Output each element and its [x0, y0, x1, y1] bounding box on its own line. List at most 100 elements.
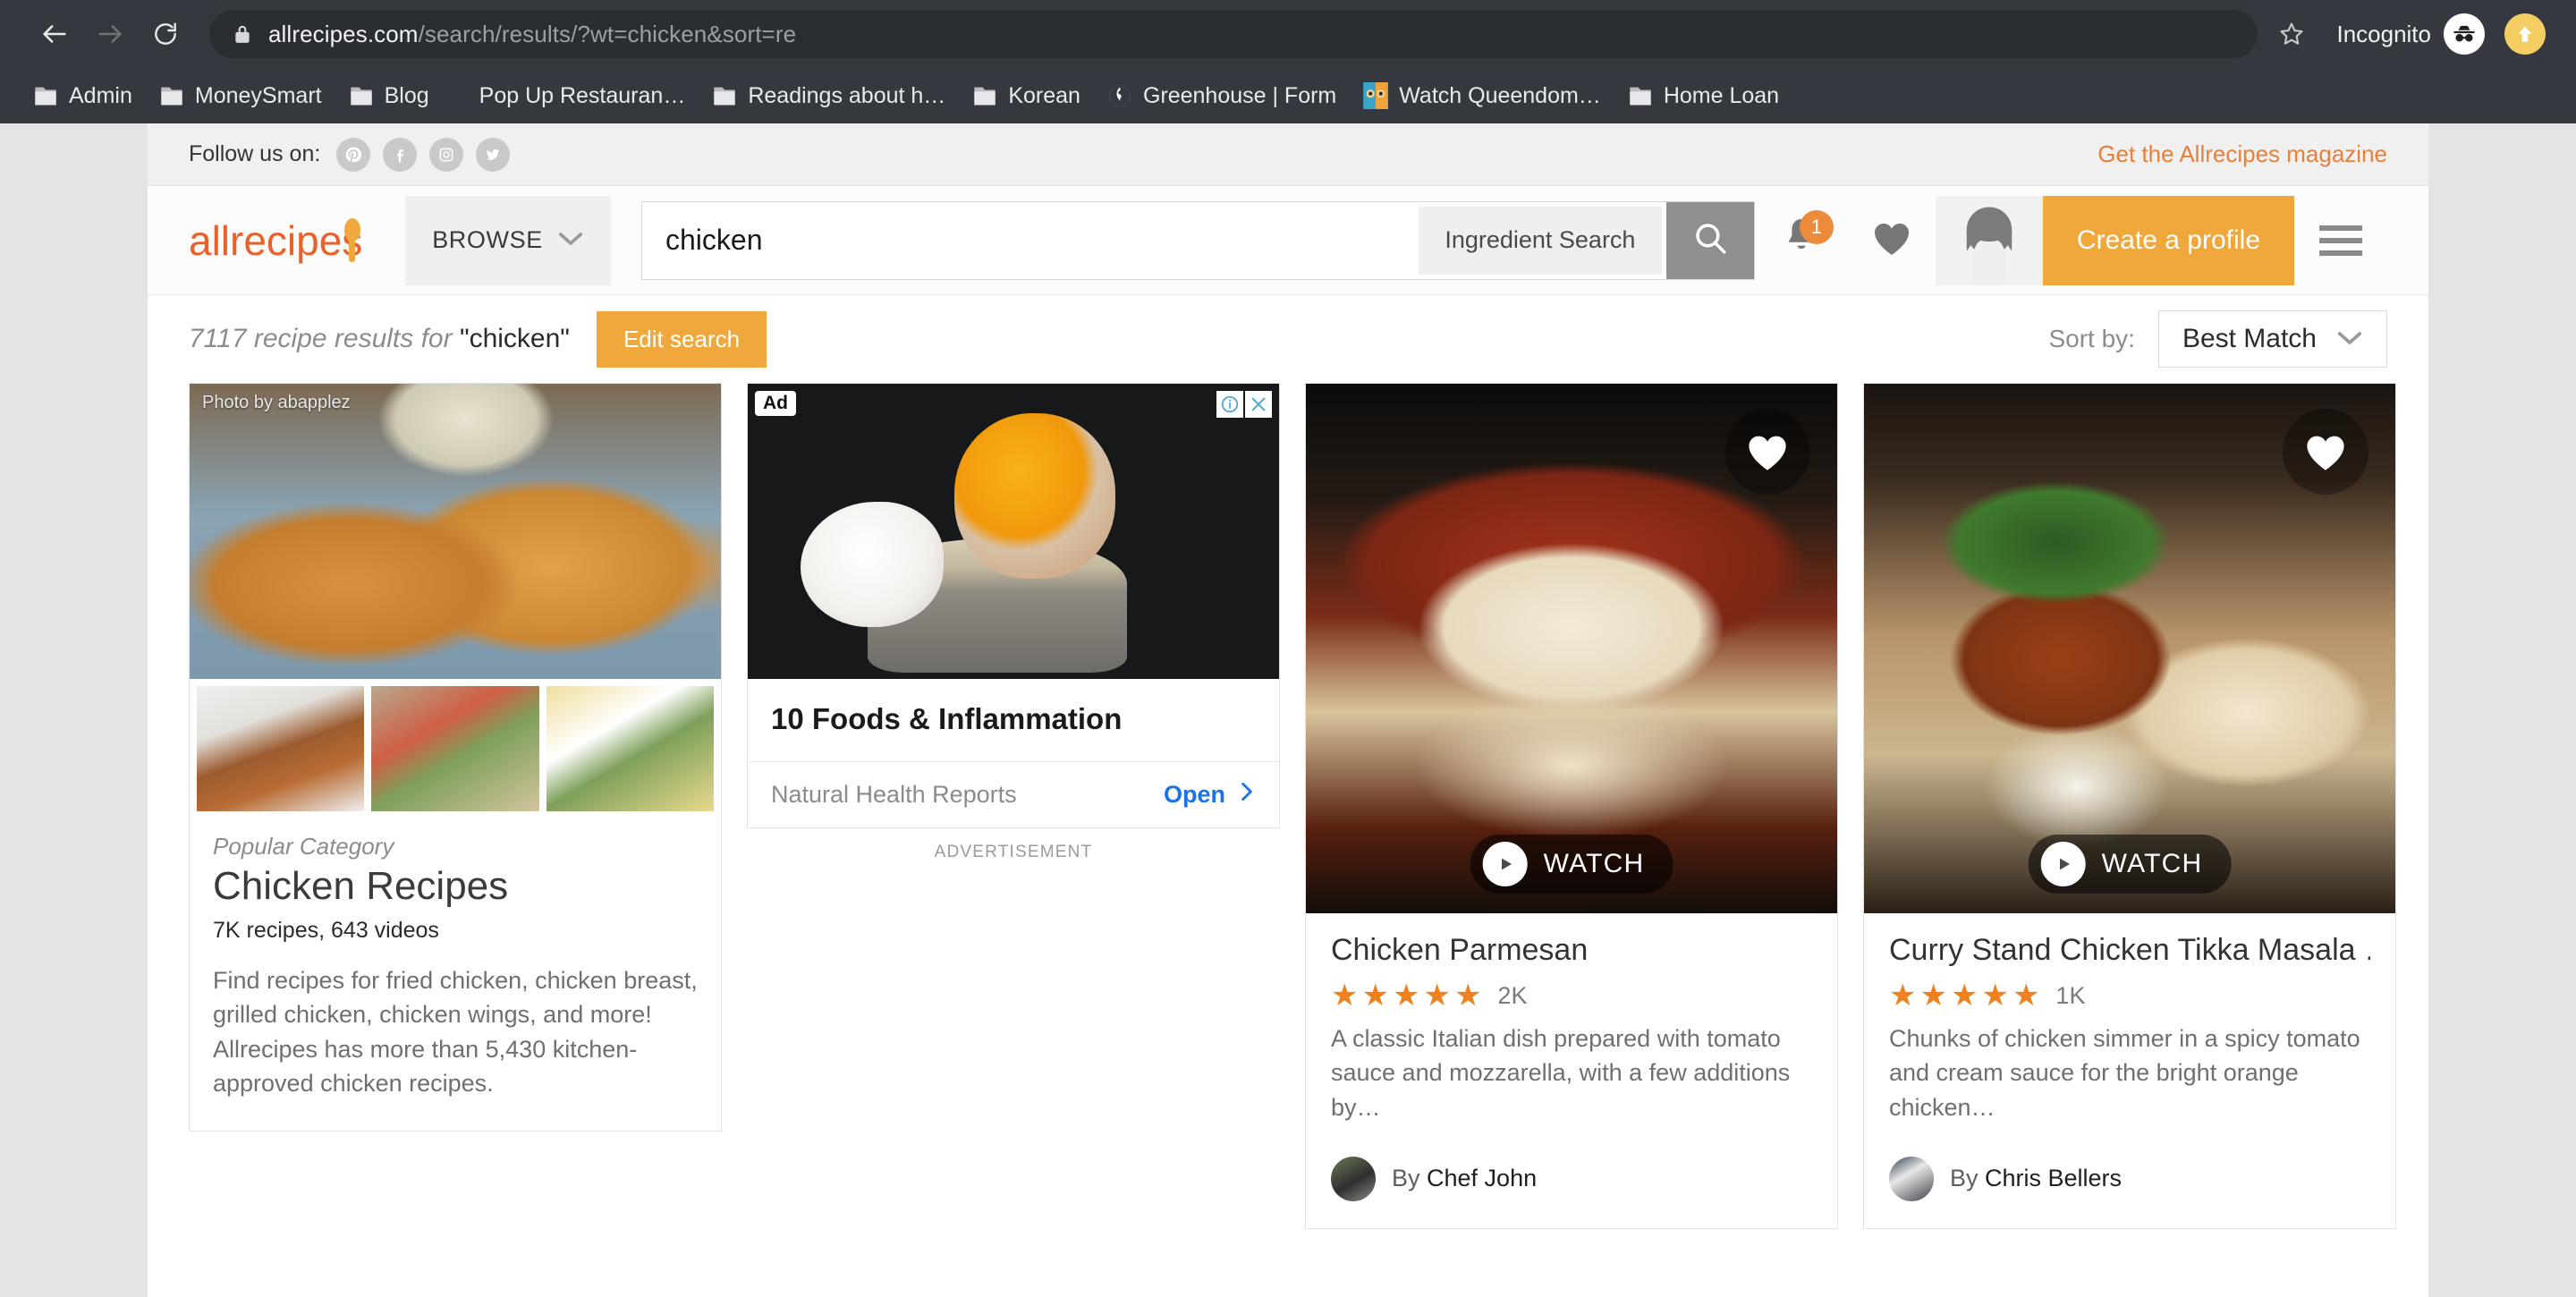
rating-count: 2K: [1497, 981, 1528, 1009]
fried-chicken-photo: [190, 384, 721, 679]
profile-update-icon[interactable]: [2504, 13, 2546, 55]
bookmark-item[interactable]: Korean: [959, 74, 1094, 117]
category-card[interactable]: Photo by abapplez Popular Category Chick…: [189, 383, 722, 1132]
address-bar[interactable]: allrecipes.com/search/results/?wt=chicke…: [209, 10, 2258, 58]
url-text: allrecipes.com/search/results/?wt=chicke…: [268, 21, 796, 48]
recipe-description: Chunks of chicken simmer in a spicy toma…: [1889, 1025, 2360, 1121]
folder-icon: [1628, 84, 1653, 107]
sort-value: Best Match: [2182, 324, 2317, 353]
ad-controls: [1216, 391, 1272, 418]
watch-label: WATCH: [2101, 849, 2203, 878]
ad-image[interactable]: Ad: [748, 384, 1279, 679]
bookmark-item[interactable]: Home Loan: [1614, 74, 1792, 117]
ad-close-icon[interactable]: [1245, 391, 1272, 418]
watch-video-button[interactable]: WATCH: [1470, 835, 1674, 894]
magazine-link[interactable]: Get the Allrecipes magazine: [2097, 140, 2387, 168]
avatar[interactable]: [1935, 195, 2043, 285]
recipe-card[interactable]: WATCH Chicken Parmesan ★ ★ ★ ★ ★ 2K A cl…: [1305, 383, 1838, 1229]
ad-headline[interactable]: 10 Foods & Inflammation: [748, 679, 1279, 762]
ingredient-search-button[interactable]: Ingredient Search: [1418, 206, 1662, 275]
pinterest-icon[interactable]: [336, 137, 371, 172]
watch-video-button[interactable]: WATCH: [2028, 835, 2232, 894]
recipe-title[interactable]: Chicken Parmesan: [1331, 933, 1812, 968]
bookmark-label: Korean: [1008, 82, 1080, 108]
ad-cta-button[interactable]: Open: [1164, 780, 1256, 810]
recipe-rating: ★ ★ ★ ★ ★ 2K: [1331, 980, 1812, 1011]
category-body: Popular Category Chicken Recipes 7K reci…: [190, 818, 721, 1131]
recipe-author[interactable]: By Chef John: [1331, 1156, 1812, 1201]
svg-text:allrecipes: allrecipes: [189, 217, 362, 264]
thumbnail-image[interactable]: [197, 686, 365, 811]
thumbnail-image[interactable]: [371, 686, 539, 811]
facebook-icon[interactable]: [383, 137, 418, 172]
bookmark-label: MoneySmart: [194, 82, 322, 108]
recipe-image[interactable]: WATCH: [1864, 384, 2395, 913]
bookmark-item[interactable]: Greenhouse | Form: [1094, 74, 1350, 117]
author-name: Chef John: [1427, 1165, 1538, 1192]
bookmark-label: Blog: [384, 82, 429, 108]
sort-select[interactable]: Best Match: [2157, 310, 2387, 368]
url-path: /search/results/?wt=chicken&sort=re: [418, 20, 797, 47]
category-title[interactable]: Chicken Recipes: [213, 864, 698, 909]
notifications-button[interactable]: 1: [1755, 210, 1848, 265]
bookmark-label: Home Loan: [1663, 82, 1780, 108]
ad-info-icon[interactable]: [1216, 391, 1243, 418]
browser-toolbar: allrecipes.com/search/results/?wt=chicke…: [0, 0, 2576, 68]
incognito-avatar-icon[interactable]: [2444, 13, 2485, 55]
bookmark-item[interactable]: Admin: [20, 74, 146, 117]
results-count: 7117 recipe results for "chicken": [189, 324, 570, 354]
site-header: allrecipes BROWSE Ingredient Search: [148, 186, 2428, 295]
search-input[interactable]: [642, 201, 1414, 279]
heart-icon: [1870, 218, 1913, 262]
menu-hamburger-icon[interactable]: [2294, 225, 2387, 256]
by-prefix: By: [1392, 1165, 1428, 1192]
sort-controls: Sort by: Best Match: [2048, 310, 2387, 368]
browse-menu-button[interactable]: BROWSE: [405, 195, 611, 285]
create-profile-button[interactable]: Create a profile: [2042, 195, 2294, 285]
url-host: allrecipes.com: [268, 20, 419, 47]
browser-chrome: allrecipes.com/search/results/?wt=chicke…: [0, 0, 2576, 123]
ad-card[interactable]: Ad 10 Foods & Inflammation Natural Healt…: [747, 383, 1280, 828]
forward-button[interactable]: [82, 6, 138, 62]
bookmark-item[interactable]: Watch Queendom…: [1350, 74, 1614, 117]
author-byline: By Chef John: [1392, 1165, 1537, 1192]
star-icon: ★: [1392, 979, 1420, 1013]
favorites-button[interactable]: [1848, 218, 1936, 262]
bookmark-item[interactable]: Pop Up Restauran…: [466, 74, 699, 117]
recipe-image[interactable]: WATCH: [1306, 384, 1837, 913]
bookmark-label: Readings about h…: [748, 82, 946, 108]
recipe-author[interactable]: By Chris Bellers: [1889, 1156, 2370, 1201]
author-name: Chris Bellers: [1985, 1165, 2123, 1192]
photo-credit: Photo by abapplez: [202, 393, 351, 412]
bookmark-star-icon[interactable]: [2267, 9, 2317, 59]
reload-button[interactable]: [138, 6, 193, 62]
edit-search-button[interactable]: Edit search: [596, 310, 767, 368]
search-bar: Ingredient Search: [641, 200, 1755, 280]
ad-advertiser: Natural Health Reports: [771, 781, 1017, 808]
back-button[interactable]: [27, 6, 82, 62]
results-query: "chicken": [459, 324, 570, 353]
thumbnail-image[interactable]: [546, 686, 714, 811]
bookmark-label: Pop Up Restauran…: [479, 82, 686, 108]
author-avatar: [1331, 1156, 1376, 1201]
search-submit-button[interactable]: [1665, 201, 1754, 279]
results-count-prefix: 7117 recipe results for: [189, 324, 460, 353]
recipe-card[interactable]: WATCH Curry Stand Chicken Tikka Masala ……: [1863, 383, 2396, 1229]
rating-count: 1K: [2055, 981, 2086, 1009]
bookmark-item[interactable]: Blog: [335, 74, 443, 117]
twitter-icon[interactable]: [476, 137, 511, 172]
recipe-title[interactable]: Curry Stand Chicken Tikka Masala …: [1889, 933, 2370, 968]
folder-icon: [349, 84, 374, 107]
allrecipes-logo[interactable]: allrecipes: [189, 212, 368, 269]
bookmark-item[interactable]: Readings about h…: [699, 74, 959, 117]
browse-label: BROWSE: [432, 226, 543, 253]
instagram-icon[interactable]: [429, 137, 464, 172]
star-icon: ★: [1981, 979, 2009, 1013]
bookmark-item[interactable]: MoneySmart: [146, 74, 335, 117]
play-icon: [1482, 842, 1528, 886]
chevron-down-icon: [557, 226, 584, 254]
egg-white-piece: [801, 502, 945, 627]
favorite-heart-button[interactable]: [2283, 409, 2368, 495]
header-actions: 1 Create a profile: [1755, 195, 2387, 285]
favorite-heart-button[interactable]: [1724, 409, 1810, 495]
